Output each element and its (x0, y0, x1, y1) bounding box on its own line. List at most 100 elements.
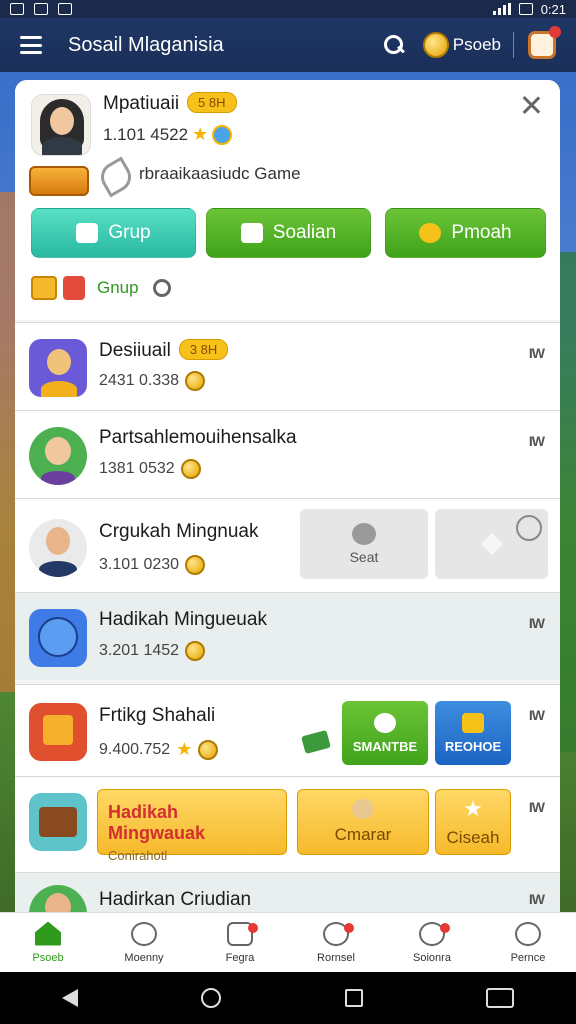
grup-button[interactable]: Grup (31, 208, 196, 258)
settings-icon[interactable] (152, 279, 171, 297)
leaf-icon (95, 156, 137, 198)
more-icon[interactable]: IW (529, 707, 545, 723)
soalian-button[interactable]: Soalian (206, 208, 371, 258)
list-item-stats: 1381 0532 (99, 459, 201, 479)
list-item[interactable]: Crgukah Mingnuak 3.101 0230 Seat (15, 498, 560, 592)
list-item[interactable]: Partsahlemouihensalka 1381 0532 IW (15, 410, 560, 498)
list-item[interactable]: Hadirkan Criudian IW (15, 872, 560, 912)
camera-icon (34, 3, 48, 15)
recent-apps-icon[interactable] (344, 989, 363, 1007)
list-item-stats-value: 1381 0532 (99, 460, 175, 477)
star-icon: ★ (463, 796, 483, 821)
coin-icon (419, 223, 442, 243)
more-icon[interactable]: IW (529, 433, 545, 449)
list-item-name: Desiiuail 3 8H (99, 339, 229, 362)
app-title: Sosail Mlaganisia (68, 33, 224, 56)
nav-label: Fegra (225, 951, 255, 964)
more-icon[interactable]: IW (529, 799, 545, 815)
back-icon[interactable] (61, 989, 78, 1007)
coin-balance[interactable]: Psoeb (422, 32, 514, 58)
avatar (29, 427, 87, 485)
list-item-stats-value: 2431 0.338 (99, 372, 180, 389)
more-icon[interactable]: IW (529, 615, 545, 631)
profile-subtitle: rbraaikaasiudc Game (139, 164, 301, 183)
coin-icon (185, 371, 206, 391)
app-bar: Sosail Mlaganisia Psoeb (0, 18, 576, 72)
list-item-stats-value: 3.201 1452 (99, 642, 180, 659)
more-icon[interactable]: IW (529, 891, 545, 907)
bottom-nav: Psoeb Moenny Fegra Rornsel Soionra Pernc… (0, 912, 576, 972)
smantbe-button-label: SMANTBE (352, 738, 418, 754)
nav-label: Moenny (124, 951, 164, 964)
avatar (29, 609, 87, 667)
coin-icon (185, 555, 206, 575)
gem-icon (212, 124, 233, 145)
list-item-stats: 2431 0.338 (99, 371, 206, 391)
gear-icon (374, 712, 396, 733)
promo-banner[interactable]: Hadikah Mingwauak Conirahotl (97, 789, 287, 863)
list-item-name: Crgukah Mingnuak (99, 521, 259, 542)
avatar (29, 339, 87, 397)
star-icon: ★ (176, 739, 193, 759)
nav-item-profile[interactable]: Pernce (480, 913, 576, 972)
nav-label: Rornsel (317, 951, 355, 964)
nav-label: Pernce (510, 951, 546, 964)
battery-icon (518, 3, 533, 15)
cmarar-button[interactable]: Cmarar (297, 789, 429, 855)
list-item-stats: 9.400.752 ★ (99, 739, 219, 760)
group-row[interactable]: Gnup (31, 276, 171, 300)
timer-icon (516, 515, 542, 541)
avatar (29, 793, 87, 851)
list-item[interactable]: Hadikah Mingwauak Conirahotl Cmarar ★ Ci… (15, 776, 560, 872)
nav-item-home[interactable]: Psoeb (0, 913, 96, 972)
list-item[interactable]: Desiiuail 3 8H 2431 0.338 IW (15, 322, 560, 410)
status-bar: 0:21 (0, 0, 576, 18)
pmoah-button[interactable]: Pmoah (385, 208, 546, 258)
list-item-name: Partsahlemouihensalka (99, 427, 297, 448)
app-icon (58, 3, 72, 15)
ciseah-button[interactable]: ★ Ciseah (435, 789, 511, 855)
avatar[interactable] (31, 94, 91, 156)
treasure-chest-icon (29, 166, 89, 196)
cookie-icon (352, 799, 374, 819)
menu-icon[interactable] (20, 36, 42, 54)
empty-slot[interactable] (435, 509, 548, 579)
list-item-name: Hadikah Mingueuak (99, 609, 267, 630)
notification-dot (549, 26, 561, 38)
reohoe-button[interactable]: REOHOE (435, 701, 511, 765)
cmarar-button-label: Cmarar (334, 825, 392, 844)
home-circle-icon[interactable] (201, 988, 222, 1008)
list-item-name-text: Desiiuail (99, 340, 171, 361)
home-icon (35, 921, 61, 946)
profile-stats-value: 1.101 4522 (103, 124, 189, 144)
nav-item-rornsel[interactable]: Rornsel (288, 913, 384, 972)
more-icon[interactable]: IW (529, 345, 545, 361)
level-badge: 3 8H (178, 339, 229, 360)
search-icon[interactable] (383, 34, 405, 56)
profile-stats: 1.101 4522 ★ (103, 124, 233, 145)
list-item[interactable]: Frtikg Shahali 9.400.752 ★ SMANTBE REOHO… (15, 684, 560, 776)
avatar (29, 885, 87, 912)
nav-item-fegra[interactable]: Fegra (192, 913, 288, 972)
list-item-name: Frtikg Shahali (99, 705, 216, 726)
list-item[interactable]: Hadikah Mingueuak 3.201 1452 IW (15, 592, 560, 680)
helmet-icon (131, 921, 157, 946)
notification-dot (440, 923, 450, 933)
bag-icon[interactable] (528, 26, 561, 59)
group-label: Gnup (97, 278, 139, 297)
avatar (29, 703, 87, 761)
close-icon[interactable] (520, 94, 542, 116)
profile-name: Mpatiuaii 5 8H (103, 92, 237, 115)
notification-icon (10, 3, 24, 15)
seat-button-label: Seat (349, 549, 379, 565)
grup-button-label: Grup (108, 222, 151, 243)
nav-item-soionra[interactable]: Soionra (384, 913, 480, 972)
nav-item-money[interactable]: Moenny (96, 913, 192, 972)
smantbe-button[interactable]: SMANTBE (342, 701, 428, 765)
avatar (29, 519, 87, 577)
seat-button[interactable]: Seat (300, 509, 428, 579)
promo-title: Hadikah Mingwauak (108, 802, 206, 843)
signal-icon (492, 3, 511, 15)
keyboard-icon[interactable] (486, 988, 515, 1008)
system-nav-bar (0, 972, 576, 1024)
